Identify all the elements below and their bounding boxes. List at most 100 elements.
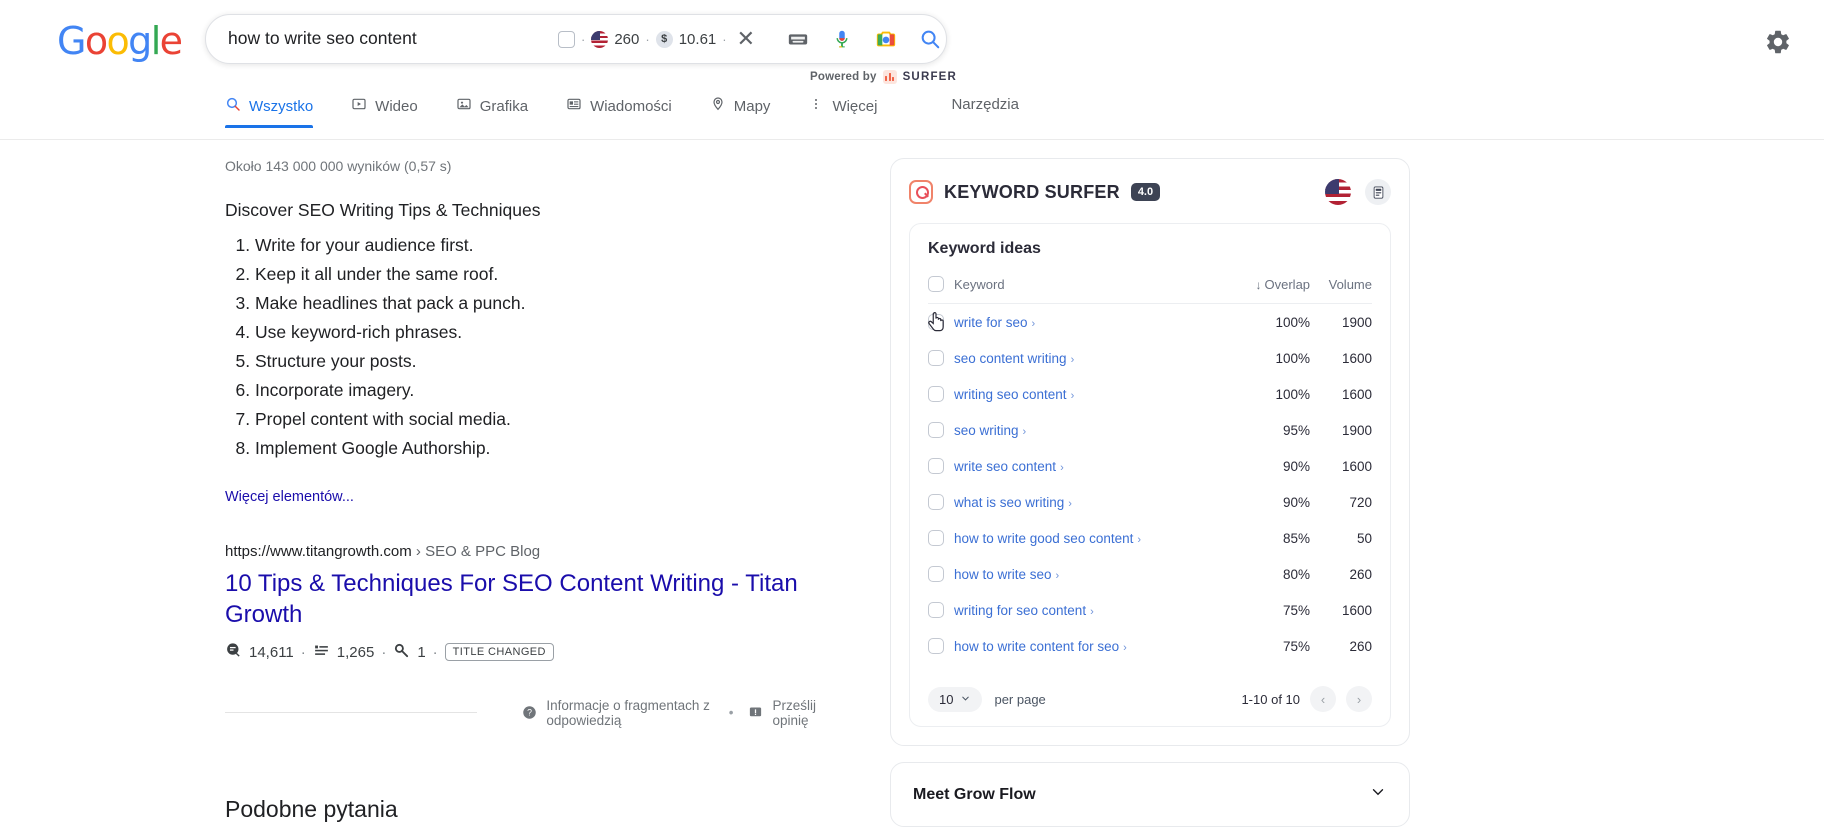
tab-wszystko[interactable]: Wszystko <box>225 96 329 128</box>
row-checkbox[interactable] <box>928 566 944 582</box>
list-item: Structure your posts. <box>255 352 830 371</box>
snippet-info-link[interactable]: Informacje o fragmentach z odpowiedzią <box>546 698 713 728</box>
table-row[interactable]: writing seo content › 100% 1600 <box>928 376 1372 412</box>
table-row[interactable]: what is seo writing › 90% 720 <box>928 484 1372 520</box>
volume-cell: 1600 <box>1341 386 1372 402</box>
chevron-right-icon: › <box>1137 533 1142 546</box>
volume-column-header[interactable]: Volume <box>1310 276 1372 304</box>
select-all-checkbox[interactable] <box>928 276 944 292</box>
overlap-cell: 75% <box>1283 638 1311 654</box>
table-row[interactable]: how to write content for seo › 75% 260 <box>928 628 1372 664</box>
keyword-surfer-header-actions <box>1325 179 1391 205</box>
search-action-icons <box>787 28 955 50</box>
table-row[interactable]: how to write seo › 80% 260 <box>928 556 1372 592</box>
result-url[interactable]: https://www.titangrowth.com › SEO & PPC … <box>225 542 830 562</box>
row-checkbox[interactable] <box>928 312 944 332</box>
chevron-right-icon: › <box>1123 641 1127 654</box>
result-stats: Około 143 000 000 wyników (0,57 s) <box>225 158 452 174</box>
word-count-icon <box>313 642 330 663</box>
row-checkbox[interactable] <box>928 458 944 474</box>
keyword-link[interactable]: seo writing › <box>954 423 1026 438</box>
list-item: Make headlines that pack a punch. <box>255 294 830 313</box>
table-row[interactable]: writing for seo content › 75% 1600 <box>928 592 1372 628</box>
keyword-link[interactable]: write seo content › <box>954 459 1064 474</box>
volume-cell: 260 <box>1349 638 1372 654</box>
keyword-link[interactable]: how to write good seo content › <box>954 531 1141 546</box>
keyword-text: write for seo <box>954 314 1028 330</box>
keyword-cell: writing for seo content › <box>928 592 1232 628</box>
overlap-cell: 100% <box>1275 350 1311 366</box>
microphone-icon[interactable] <box>831 28 853 50</box>
overlap-cell: 100% <box>1275 314 1311 330</box>
table-row[interactable]: seo content writing › 100% 1600 <box>928 340 1372 376</box>
row-checkbox[interactable] <box>928 494 944 510</box>
row-checkbox[interactable] <box>928 350 944 366</box>
row-checkbox[interactable] <box>928 602 944 618</box>
row-checkbox[interactable] <box>928 530 944 546</box>
keyword-link[interactable]: how to write seo › <box>954 567 1059 582</box>
more-items-link[interactable]: Więcej elementów... <box>225 489 354 505</box>
per-page-value: 10 <box>939 691 954 707</box>
keyword-link[interactable]: writing for seo content › <box>954 603 1094 618</box>
table-row[interactable]: write for seo › 100% 1900 <box>928 304 1372 341</box>
row-checkbox[interactable] <box>928 386 944 402</box>
keyword-text: how to write content for seo <box>954 638 1120 654</box>
snippet-footer-links: ? Informacje o fragmentach z odpowiedzią… <box>522 698 830 728</box>
tab-wiadomosci[interactable]: Wiadomości <box>566 96 688 128</box>
tab-wiecej[interactable]: Więcej <box>808 96 893 128</box>
prev-page-button[interactable]: ‹ <box>1310 686 1336 712</box>
snippet-footer: ? Informacje o fragmentach z odpowiedzią… <box>225 698 830 728</box>
overlap-cell: 85% <box>1283 530 1311 546</box>
tools-button[interactable]: Narzędzia <box>951 96 1019 125</box>
inline-select-checkbox[interactable] <box>558 30 575 48</box>
keyword-link[interactable]: how to write content for seo › <box>954 639 1127 654</box>
keyword-surfer-inline-metrics: · 260 · $ 10.61 · ✕ <box>558 28 755 50</box>
volume-cell: 720 <box>1349 494 1372 510</box>
result-title-link[interactable]: 10 Tips & Techniques For SEO Content Wri… <box>225 568 830 630</box>
keyword-text: how to write seo <box>954 566 1052 582</box>
overlap-cell: 90% <box>1283 458 1311 474</box>
tab-wideo[interactable]: Wideo <box>351 96 434 128</box>
table-row[interactable]: how to write good seo content › 85% 50 <box>928 520 1372 556</box>
result-domain: https://www.titangrowth.com <box>225 543 412 560</box>
report-icon[interactable] <box>1365 179 1391 205</box>
keyword-text: seo writing <box>954 422 1019 438</box>
search-box[interactable]: how to write seo content · 260 · $ 10.61… <box>205 14 947 64</box>
feedback-link[interactable]: Prześlij opinię <box>772 698 830 728</box>
tab-label: Grafika <box>479 97 529 115</box>
keyword-cell: write seo content › <box>928 448 1232 484</box>
keyword-link[interactable]: what is seo writing › <box>954 495 1072 510</box>
grow-flow-panel[interactable]: Meet Grow Flow <box>890 762 1410 827</box>
keyword-link[interactable]: seo content writing › <box>954 351 1074 366</box>
row-checkbox[interactable] <box>928 422 944 438</box>
word-count-value: 1,265 <box>336 643 375 661</box>
tab-mapy[interactable]: Mapy <box>710 96 787 128</box>
list-item: Write for your audience first. <box>255 236 830 255</box>
row-checkbox[interactable] <box>928 638 944 654</box>
per-page-select[interactable]: 10 <box>928 686 983 712</box>
us-flag-icon[interactable] <box>1325 179 1351 205</box>
table-row[interactable]: write seo content › 90% 1600 <box>928 448 1372 484</box>
dollar-icon: $ <box>655 30 673 48</box>
keyword-link[interactable]: writing seo content › <box>954 387 1074 402</box>
search-submit-icon[interactable] <box>919 28 941 50</box>
google-logo[interactable]: Google <box>57 22 183 60</box>
chevron-down-icon[interactable] <box>1369 783 1387 806</box>
search-input[interactable]: how to write seo content <box>228 30 558 48</box>
overlap-cell: 80% <box>1283 566 1311 582</box>
us-flag-icon <box>591 30 609 48</box>
volume-cell: 1900 <box>1341 314 1372 330</box>
overlap-column-header[interactable]: ↓ Overlap <box>1232 276 1311 304</box>
keyboard-icon[interactable] <box>787 28 809 50</box>
google-lens-icon[interactable] <box>875 28 897 50</box>
keyword-column-label: Keyword <box>954 276 1005 292</box>
table-row[interactable]: seo writing › 95% 1900 <box>928 412 1372 448</box>
keyword-link[interactable]: write for seo › <box>954 315 1035 330</box>
metric-sep-b: · <box>381 643 387 661</box>
surfer-brand-label: SURFER <box>902 71 958 83</box>
next-page-button[interactable]: › <box>1346 686 1372 712</box>
tab-grafika[interactable]: Grafika <box>456 96 544 128</box>
settings-gear-icon[interactable] <box>1764 28 1792 56</box>
close-icon[interactable]: ✕ <box>737 28 755 50</box>
search-volume-value: 260 <box>614 30 640 48</box>
